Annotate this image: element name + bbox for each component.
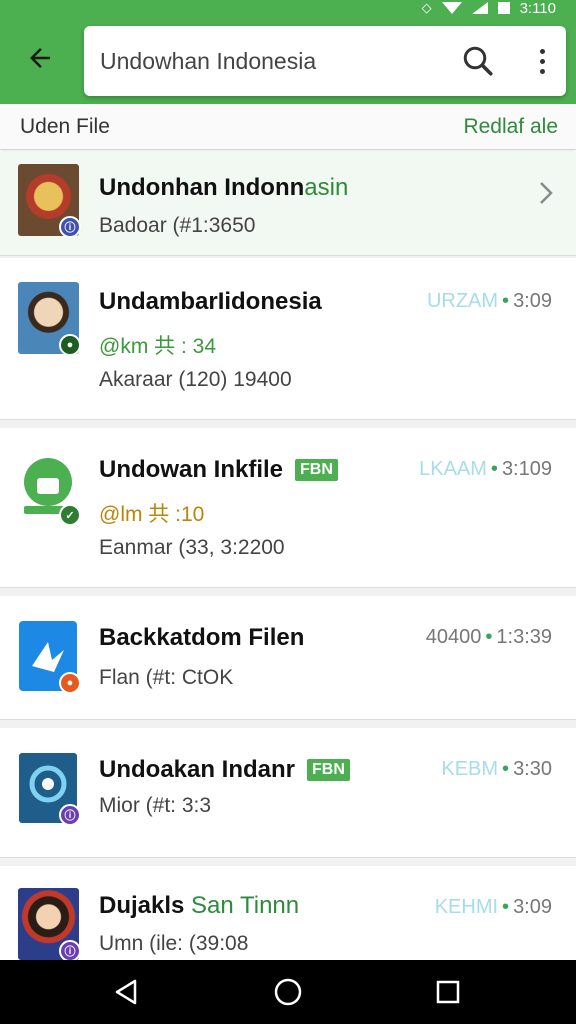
- home-nav-icon: [274, 978, 302, 1006]
- badge-icon: ●: [59, 334, 81, 356]
- back-nav-icon: [115, 979, 137, 1005]
- list-item[interactable]: ✓ Undowan Inkfile FBN @lm 共 :10 Eanmar (3…: [0, 428, 576, 588]
- list-item[interactable]: ⓘ Dujakls San Tinnn Umn (ile: (39:08 KEH…: [0, 866, 576, 960]
- app-bar: [0, 16, 576, 104]
- search-input[interactable]: [100, 26, 440, 96]
- item-subtitle: Badoar (#1:3650: [99, 214, 256, 237]
- check-badge-icon: ✓: [59, 504, 81, 526]
- more-vert-icon: [539, 48, 545, 54]
- badge-icon: ⓘ: [59, 940, 81, 960]
- item-detail: Eanmar (33, 3:2200: [99, 536, 285, 559]
- item-title: Undowan Inkfile FBN: [99, 456, 338, 484]
- nav-home-button[interactable]: [270, 974, 306, 1010]
- item-subtitle: @km 共 : 34: [99, 335, 217, 358]
- item-detail: Akaraar (120) 19400: [99, 368, 292, 391]
- more-options-button[interactable]: [524, 43, 560, 79]
- item-title: Dujakls San Tinnn: [99, 892, 300, 919]
- list-item[interactable]: ● Backkatdom Filen Flan (#t: CtOK 40400 •…: [0, 596, 576, 720]
- vpn-icon: ◇: [421, 0, 432, 15]
- item-title: Undonhan Indonnasin: [99, 174, 349, 201]
- item-title: UndambarIidonesia: [99, 288, 322, 315]
- status-badge: FBN: [295, 459, 338, 481]
- item-meta: KEBM • 3:30: [441, 758, 552, 780]
- search-box: [84, 26, 566, 96]
- list-item[interactable]: ⓘ Undoakan Indanr FBN Mior (#t: 3:3 KEBM •…: [0, 728, 576, 858]
- signal-icon: [471, 2, 488, 14]
- item-title: Undoakan Indanr FBN: [99, 756, 350, 784]
- system-nav-bar: [0, 960, 576, 1024]
- badge-icon: ●: [59, 672, 81, 694]
- avatar: ●: [18, 282, 81, 356]
- avatar: ⓘ: [18, 888, 81, 960]
- item-meta: KEHMI • 3:09: [434, 896, 552, 918]
- item-meta: URZAM • 3:09: [426, 290, 552, 312]
- status-time: 3:110: [519, 0, 556, 17]
- file-list: ⓘ Undonhan Indonnasin Badoar (#1:3650 ● …: [0, 152, 576, 960]
- nav-back-button[interactable]: [108, 974, 144, 1010]
- back-button[interactable]: [20, 38, 60, 78]
- avatar: ⓘ: [18, 164, 81, 238]
- subheader-title: Uden File: [20, 115, 110, 138]
- item-title: Backkatdom Filen: [99, 624, 305, 651]
- item-subtitle: Mior (#t: 3:3: [99, 794, 212, 817]
- avatar: ●: [18, 620, 81, 694]
- badge-icon: ⓘ: [59, 804, 81, 826]
- subheader-action-link[interactable]: Redlaf ale: [463, 115, 558, 139]
- item-subtitle: Umn (ile: (39:08: [99, 932, 249, 955]
- list-item[interactable]: ⓘ Undonhan Indonnasin Badoar (#1:3650: [0, 152, 576, 256]
- arrow-back-icon: [30, 48, 50, 68]
- subheader: Uden File Redlaf ale: [0, 104, 576, 150]
- avatar: ⓘ: [18, 752, 81, 826]
- item-subtitle: @lm 共 :10: [99, 503, 205, 526]
- item-meta: 40400 • 1:3:39: [425, 626, 552, 648]
- wifi-icon: [441, 2, 462, 14]
- avatar: ✓: [18, 452, 81, 526]
- battery-icon: [497, 2, 510, 14]
- item-subtitle: Flan (#t: CtOK: [99, 666, 234, 689]
- status-badge: FBN: [307, 759, 350, 781]
- list-item[interactable]: ● UndambarIidonesia @km 共 : 34 Akaraar (…: [0, 258, 576, 420]
- chevron-right-icon: [540, 182, 553, 204]
- item-meta: LKAAM • 3:109: [419, 458, 552, 480]
- badge-icon: ⓘ: [59, 216, 81, 238]
- status-bar: ◇ 3:110: [0, 0, 576, 17]
- search-icon: [463, 46, 493, 76]
- search-button[interactable]: [460, 43, 496, 79]
- recents-nav-icon: [436, 980, 460, 1004]
- nav-recents-button[interactable]: [430, 974, 466, 1010]
